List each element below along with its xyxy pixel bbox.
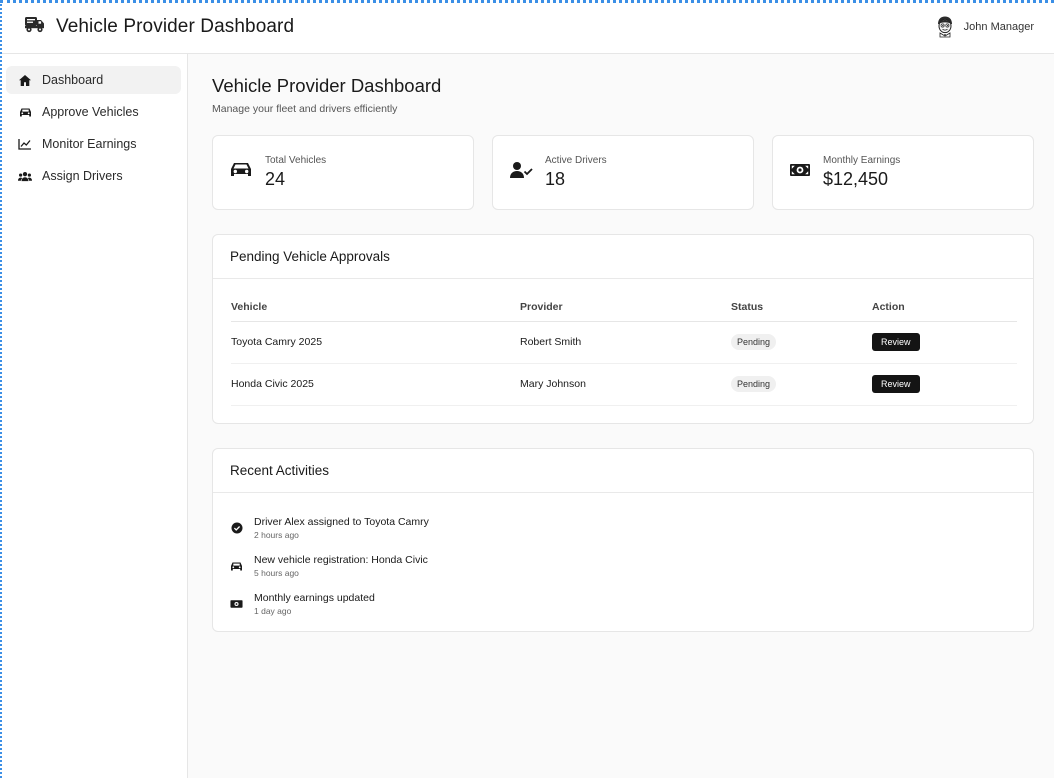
user-menu[interactable]: John Manager: [934, 16, 1034, 38]
car-icon: [18, 105, 32, 119]
user-check-icon: [509, 161, 533, 184]
status-badge: Pending: [731, 334, 777, 350]
money-bill-icon: [230, 598, 243, 611]
table-header-row: Vehicle Provider Status Action: [231, 293, 1017, 322]
approvals-table: Vehicle Provider Status Action Toyota Ca…: [231, 293, 1017, 406]
activity-text: New vehicle registration: Honda Civic: [254, 554, 428, 566]
money-bill-icon: [789, 162, 811, 183]
table-row: Toyota Camry 2025 Robert Smith Pending R…: [231, 321, 1017, 364]
cell-provider: Mary Johnson: [520, 363, 731, 406]
list-item: New vehicle registration: Honda Civic 5 …: [230, 547, 1016, 585]
review-button[interactable]: Review: [872, 375, 920, 393]
sidebar-item-label: Monitor Earnings: [42, 137, 137, 151]
chart-line-icon: [18, 137, 32, 151]
car-icon: [229, 161, 253, 184]
user-name: John Manager: [963, 20, 1034, 33]
column-header-status: Status: [731, 293, 872, 322]
sidebar-item-approve-vehicles[interactable]: Approve Vehicles: [6, 98, 181, 126]
page-subtitle: Manage your fleet and drivers efficientl…: [212, 103, 398, 115]
home-icon: [18, 73, 32, 87]
stat-value: 18: [545, 169, 566, 189]
activity-list: Driver Alex assigned to Toyota Camry 2 h…: [213, 493, 1033, 623]
sidebar-item-label: Assign Drivers: [42, 169, 123, 183]
brand: Vehicle Provider Dashboard: [24, 15, 294, 38]
stat-value: $12,450: [823, 169, 889, 189]
activity-text: Monthly earnings updated: [254, 592, 375, 604]
car-icon: [230, 560, 243, 573]
stat-label: Active Drivers: [545, 155, 607, 166]
column-header-vehicle: Vehicle: [231, 293, 520, 322]
list-item: Driver Alex assigned to Toyota Camry 2 h…: [230, 509, 1016, 547]
sidebar: Dashboard Approve Vehicles Monitor Earni…: [0, 54, 188, 778]
avatar[interactable]: [934, 16, 956, 38]
app-title: Vehicle Provider Dashboard: [56, 15, 295, 37]
sidebar-item-label: Approve Vehicles: [42, 105, 139, 119]
sidebar-item-assign-drivers[interactable]: Assign Drivers: [6, 162, 181, 190]
stat-card-total-vehicles: Total Vehicles 24: [212, 135, 474, 210]
cell-vehicle: Toyota Camry 2025: [231, 321, 520, 364]
list-item: Monthly earnings updated 1 day ago: [230, 585, 1016, 623]
page-title: Vehicle Provider Dashboard: [212, 75, 442, 96]
card-title: Recent Activities: [213, 449, 1033, 493]
stats-row: Total Vehicles 24 Active Drivers 18 Mont…: [212, 135, 1034, 210]
sidebar-item-monitor-earnings[interactable]: Monitor Earnings: [6, 130, 181, 158]
table-row: Honda Civic 2025 Mary Johnson Pending Re…: [231, 363, 1017, 406]
stat-label: Monthly Earnings: [823, 155, 901, 166]
review-button[interactable]: Review: [872, 333, 920, 351]
activity-time: 2 hours ago: [254, 530, 299, 540]
check-circle-icon: [230, 522, 243, 535]
stat-card-monthly-earnings: Monthly Earnings $12,450: [772, 135, 1034, 210]
sidebar-item-dashboard[interactable]: Dashboard: [6, 66, 181, 94]
recent-activities-card: Recent Activities Driver Alex assigned t…: [212, 448, 1034, 632]
cell-provider: Robert Smith: [520, 321, 731, 364]
activity-time: 1 day ago: [254, 606, 292, 616]
pending-approvals-card: Pending Vehicle Approvals Vehicle Provid…: [212, 234, 1034, 424]
stat-card-active-drivers: Active Drivers 18: [492, 135, 754, 210]
column-header-action: Action: [872, 293, 1017, 322]
activity-time: 5 hours ago: [254, 568, 299, 578]
card-title: Pending Vehicle Approvals: [213, 235, 1033, 279]
cell-vehicle: Honda Civic 2025: [231, 363, 520, 406]
status-badge: Pending: [731, 376, 777, 392]
top-bar: Vehicle Provider Dashboard John Manager: [0, 0, 1054, 54]
truck-icon: [24, 15, 46, 38]
activity-text: Driver Alex assigned to Toyota Camry: [254, 516, 429, 528]
sidebar-item-label: Dashboard: [42, 73, 104, 87]
users-icon: [18, 169, 32, 183]
stat-label: Total Vehicles: [265, 155, 327, 166]
main-content: Vehicle Provider Dashboard Manage your f…: [212, 54, 1034, 632]
stat-value: 24: [265, 169, 286, 189]
column-header-provider: Provider: [520, 293, 731, 322]
